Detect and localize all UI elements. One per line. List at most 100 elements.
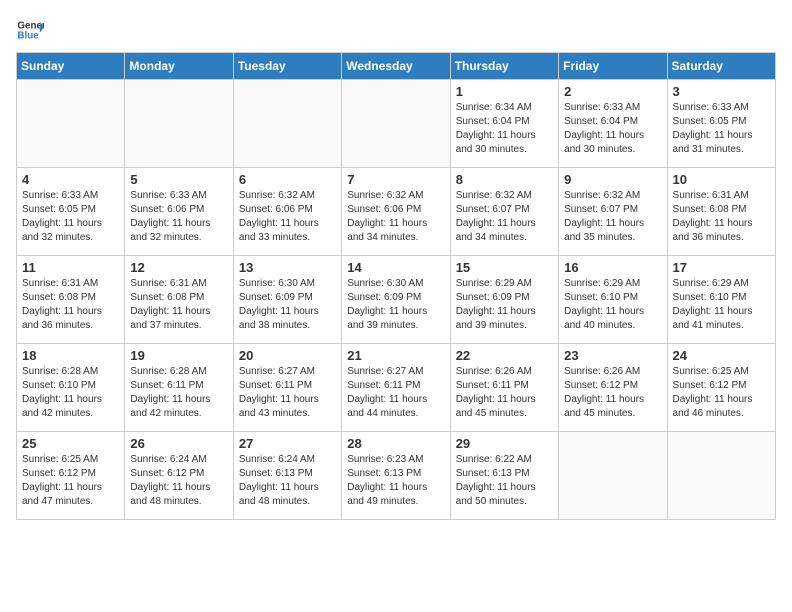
day-number: 8 bbox=[456, 172, 553, 187]
calendar-cell: 24 Sunrise: 6:25 AM Sunset: 6:12 PM Dayli… bbox=[667, 344, 775, 432]
day-header-saturday: Saturday bbox=[667, 53, 775, 80]
calendar-cell: 1 Sunrise: 6:34 AM Sunset: 6:04 PM Daylig… bbox=[450, 80, 558, 168]
logo-icon: General Blue bbox=[16, 16, 44, 44]
day-info: Sunrise: 6:28 AM Sunset: 6:10 PM Dayligh… bbox=[22, 365, 119, 421]
day-number: 4 bbox=[22, 172, 119, 187]
day-number: 15 bbox=[456, 260, 553, 275]
day-number: 18 bbox=[22, 348, 119, 363]
calendar-cell: 14 Sunrise: 6:30 AM Sunset: 6:09 PM Dayli… bbox=[342, 256, 450, 344]
day-number: 23 bbox=[564, 348, 661, 363]
day-info: Sunrise: 6:28 AM Sunset: 6:11 PM Dayligh… bbox=[130, 365, 227, 421]
day-info: Sunrise: 6:32 AM Sunset: 6:07 PM Dayligh… bbox=[456, 189, 553, 245]
calendar-cell: 8 Sunrise: 6:32 AM Sunset: 6:07 PM Daylig… bbox=[450, 168, 558, 256]
day-number: 12 bbox=[130, 260, 227, 275]
day-info: Sunrise: 6:29 AM Sunset: 6:09 PM Dayligh… bbox=[456, 277, 553, 333]
day-number: 11 bbox=[22, 260, 119, 275]
day-info: Sunrise: 6:24 AM Sunset: 6:13 PM Dayligh… bbox=[239, 453, 336, 509]
calendar-cell: 25 Sunrise: 6:25 AM Sunset: 6:12 PM Dayli… bbox=[17, 432, 125, 520]
day-number: 2 bbox=[564, 84, 661, 99]
day-info: Sunrise: 6:29 AM Sunset: 6:10 PM Dayligh… bbox=[673, 277, 770, 333]
day-info: Sunrise: 6:33 AM Sunset: 6:04 PM Dayligh… bbox=[564, 101, 661, 157]
calendar-cell: 4 Sunrise: 6:33 AM Sunset: 6:05 PM Daylig… bbox=[17, 168, 125, 256]
day-info: Sunrise: 6:25 AM Sunset: 6:12 PM Dayligh… bbox=[673, 365, 770, 421]
day-info: Sunrise: 6:26 AM Sunset: 6:11 PM Dayligh… bbox=[456, 365, 553, 421]
calendar-week-5: 25 Sunrise: 6:25 AM Sunset: 6:12 PM Dayli… bbox=[17, 432, 776, 520]
day-info: Sunrise: 6:30 AM Sunset: 6:09 PM Dayligh… bbox=[347, 277, 444, 333]
day-info: Sunrise: 6:34 AM Sunset: 6:04 PM Dayligh… bbox=[456, 101, 553, 157]
day-number: 13 bbox=[239, 260, 336, 275]
calendar-body: 1 Sunrise: 6:34 AM Sunset: 6:04 PM Daylig… bbox=[17, 80, 776, 520]
calendar-cell: 11 Sunrise: 6:31 AM Sunset: 6:08 PM Dayli… bbox=[17, 256, 125, 344]
calendar-cell: 5 Sunrise: 6:33 AM Sunset: 6:06 PM Daylig… bbox=[125, 168, 233, 256]
calendar-cell: 16Sunrise: 6:29 AM Sunset: 6:10 PM Dayli… bbox=[559, 256, 667, 344]
calendar-cell: 13 Sunrise: 6:30 AM Sunset: 6:09 PM Dayli… bbox=[233, 256, 341, 344]
calendar-week-1: 1 Sunrise: 6:34 AM Sunset: 6:04 PM Daylig… bbox=[17, 80, 776, 168]
day-number: 24 bbox=[673, 348, 770, 363]
calendar-header-row: SundayMondayTuesdayWednesdayThursdayFrid… bbox=[17, 53, 776, 80]
day-number: 22 bbox=[456, 348, 553, 363]
day-number: 6 bbox=[239, 172, 336, 187]
day-number: 17 bbox=[673, 260, 770, 275]
calendar-cell: 2 Sunrise: 6:33 AM Sunset: 6:04 PM Daylig… bbox=[559, 80, 667, 168]
day-number: 1 bbox=[456, 84, 553, 99]
calendar-week-2: 4 Sunrise: 6:33 AM Sunset: 6:05 PM Daylig… bbox=[17, 168, 776, 256]
day-info: Sunrise: 6:32 AM Sunset: 6:07 PM Dayligh… bbox=[564, 189, 661, 245]
day-info: Sunrise: 6:31 AM Sunset: 6:08 PM Dayligh… bbox=[22, 277, 119, 333]
day-info: Sunrise: 6:33 AM Sunset: 6:05 PM Dayligh… bbox=[22, 189, 119, 245]
calendar-cell bbox=[667, 432, 775, 520]
calendar-cell: 9 Sunrise: 6:32 AM Sunset: 6:07 PM Daylig… bbox=[559, 168, 667, 256]
day-info: Sunrise: 6:23 AM Sunset: 6:13 PM Dayligh… bbox=[347, 453, 444, 509]
day-number: 9 bbox=[564, 172, 661, 187]
day-info: Sunrise: 6:33 AM Sunset: 6:06 PM Dayligh… bbox=[130, 189, 227, 245]
calendar-cell: 21 Sunrise: 6:27 AM Sunset: 6:11 PM Dayli… bbox=[342, 344, 450, 432]
day-info: Sunrise: 6:29 AM Sunset: 6:10 PM Dayligh… bbox=[564, 277, 661, 333]
day-info: Sunrise: 6:33 AM Sunset: 6:05 PM Dayligh… bbox=[673, 101, 770, 157]
calendar-cell: 7Sunrise: 6:32 AM Sunset: 6:06 PM Daylig… bbox=[342, 168, 450, 256]
day-number: 3 bbox=[673, 84, 770, 99]
day-number: 27 bbox=[239, 436, 336, 451]
calendar-cell: 19 Sunrise: 6:28 AM Sunset: 6:11 PM Dayli… bbox=[125, 344, 233, 432]
day-number: 14 bbox=[347, 260, 444, 275]
day-info: Sunrise: 6:32 AM Sunset: 6:06 PM Dayligh… bbox=[239, 189, 336, 245]
calendar-cell bbox=[125, 80, 233, 168]
calendar-cell: 28 Sunrise: 6:23 AM Sunset: 6:13 PM Dayli… bbox=[342, 432, 450, 520]
calendar-cell bbox=[342, 80, 450, 168]
day-info: Sunrise: 6:27 AM Sunset: 6:11 PM Dayligh… bbox=[347, 365, 444, 421]
calendar-table: SundayMondayTuesdayWednesdayThursdayFrid… bbox=[16, 52, 776, 520]
calendar-cell: 18 Sunrise: 6:28 AM Sunset: 6:10 PM Dayli… bbox=[17, 344, 125, 432]
day-number: 25 bbox=[22, 436, 119, 451]
calendar-cell: 26 Sunrise: 6:24 AM Sunset: 6:12 PM Dayli… bbox=[125, 432, 233, 520]
calendar-week-3: 11 Sunrise: 6:31 AM Sunset: 6:08 PM Dayli… bbox=[17, 256, 776, 344]
day-number: 29 bbox=[456, 436, 553, 451]
logo: General Blue bbox=[16, 16, 44, 44]
day-header-friday: Friday bbox=[559, 53, 667, 80]
day-number: 5 bbox=[130, 172, 227, 187]
calendar-cell: 12 Sunrise: 6:31 AM Sunset: 6:08 PM Dayli… bbox=[125, 256, 233, 344]
calendar-cell: 10Sunrise: 6:31 AM Sunset: 6:08 PM Dayli… bbox=[667, 168, 775, 256]
calendar-cell: 22 Sunrise: 6:26 AM Sunset: 6:11 PM Dayli… bbox=[450, 344, 558, 432]
day-header-sunday: Sunday bbox=[17, 53, 125, 80]
day-info: Sunrise: 6:27 AM Sunset: 6:11 PM Dayligh… bbox=[239, 365, 336, 421]
day-info: Sunrise: 6:30 AM Sunset: 6:09 PM Dayligh… bbox=[239, 277, 336, 333]
day-info: Sunrise: 6:22 AM Sunset: 6:13 PM Dayligh… bbox=[456, 453, 553, 509]
day-info: Sunrise: 6:32 AM Sunset: 6:06 PM Dayligh… bbox=[347, 189, 444, 245]
calendar-cell: 17 Sunrise: 6:29 AM Sunset: 6:10 PM Dayli… bbox=[667, 256, 775, 344]
day-number: 28 bbox=[347, 436, 444, 451]
calendar-cell: 3 Sunrise: 6:33 AM Sunset: 6:05 PM Daylig… bbox=[667, 80, 775, 168]
calendar-cell bbox=[559, 432, 667, 520]
calendar-cell: 15 Sunrise: 6:29 AM Sunset: 6:09 PM Dayli… bbox=[450, 256, 558, 344]
day-info: Sunrise: 6:31 AM Sunset: 6:08 PM Dayligh… bbox=[130, 277, 227, 333]
calendar-cell: 23Sunrise: 6:26 AM Sunset: 6:12 PM Dayli… bbox=[559, 344, 667, 432]
day-info: Sunrise: 6:24 AM Sunset: 6:12 PM Dayligh… bbox=[130, 453, 227, 509]
day-number: 19 bbox=[130, 348, 227, 363]
svg-text:Blue: Blue bbox=[17, 30, 39, 41]
day-header-thursday: Thursday bbox=[450, 53, 558, 80]
day-info: Sunrise: 6:25 AM Sunset: 6:12 PM Dayligh… bbox=[22, 453, 119, 509]
day-number: 26 bbox=[130, 436, 227, 451]
day-header-tuesday: Tuesday bbox=[233, 53, 341, 80]
day-number: 21 bbox=[347, 348, 444, 363]
day-header-wednesday: Wednesday bbox=[342, 53, 450, 80]
page-header: General Blue bbox=[16, 16, 776, 44]
calendar-cell: 20Sunrise: 6:27 AM Sunset: 6:11 PM Dayli… bbox=[233, 344, 341, 432]
calendar-cell: 27 Sunrise: 6:24 AM Sunset: 6:13 PM Dayli… bbox=[233, 432, 341, 520]
